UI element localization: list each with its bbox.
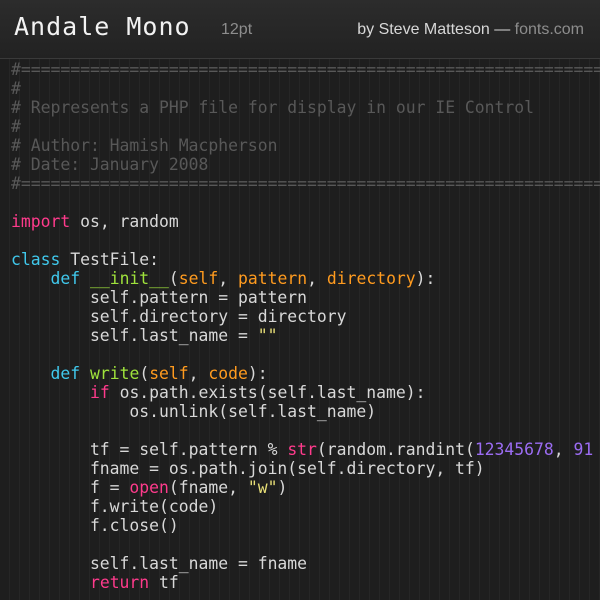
code-token: self.pattern = pattern [11,288,308,307]
font-name-title: Andale Mono [14,12,191,41]
byline-separator: — [494,21,511,38]
code-token: # [11,117,21,136]
code-token: ) [277,478,288,497]
code-line: #=======================================… [11,174,600,193]
code-token: if [89,383,110,402]
code-line: f.write(code) [11,497,600,516]
code-token: def [50,269,81,288]
code-lines: #=======================================… [11,60,600,600]
code-token: # [11,79,21,98]
font-size-label: 12pt [221,21,253,38]
code-token: self [178,269,219,288]
code-token: self [149,364,189,383]
code-token: directory [326,269,416,288]
code-token: import [11,212,71,231]
site-link[interactable]: fonts.com [515,21,584,38]
code-token: ): [415,269,436,288]
code-line: f = open(fname, "w") [11,478,600,497]
code-line: #=======================================… [11,60,600,79]
code-line: def __init__(self, pattern, directory): [11,269,600,288]
code-token: code [208,364,248,383]
code-token: 12345678 [474,440,554,459]
code-token: , [553,440,574,459]
code-token: def [50,364,81,383]
code-token: fname = os.path.join(self.directory, tf) [11,459,485,478]
code-line: f.close() [11,516,600,535]
code-token: ( [168,269,179,288]
code-token: os.unlink(self.last_name) [11,402,377,421]
code-token: , [307,269,327,288]
code-line: self.directory = directory [11,307,600,326]
byline: by Steve Matteson — fonts.com [357,21,584,39]
code-token: os.path.exists(self.last_name): [109,383,426,402]
code-line: self.last_name = "" [11,326,600,345]
code-token: open [129,478,169,497]
code-token: #=======================================… [11,174,600,193]
code-token: tf = self.pattern % [11,440,288,459]
code-token: 91 [573,440,594,459]
code-line: self.last_name = fname [11,554,600,573]
code-token: class [11,250,61,269]
code-line: if os.path.exists(self.last_name): [11,383,600,402]
code-token: f.close() [11,516,179,535]
code-token: self.last_name = [11,326,258,345]
code-line: # [11,117,600,136]
code-sample: #=======================================… [0,59,600,600]
code-line: class TestFile: [11,250,600,269]
code-token: return [89,573,150,592]
code-token: # Author: Hamish Macpherson [11,136,278,155]
code-token: , [188,364,209,383]
code-token: tf [149,573,179,592]
code-token: self.directory = directory [11,307,347,326]
header-bar: Andale Mono 12pt by Steve Matteson — fon… [0,0,600,59]
code-token: f.write(code) [11,497,219,516]
code-token: f = [11,478,130,497]
code-token: self.last_name = fname [11,554,308,573]
code-token: pattern [238,269,308,288]
code-line: # Author: Hamish Macpherson [11,136,600,155]
code-token: ( [139,364,150,383]
code-line: fname = os.path.join(self.directory, tf) [11,459,600,478]
code-line: tf = self.pattern % str(random.randint(1… [11,440,600,459]
code-line: # Date: January 2008 [11,155,600,174]
code-line: os.unlink(self.last_name) [11,402,600,421]
code-token: #=======================================… [11,60,600,79]
code-line: # [11,79,600,98]
code-line: self.pattern = pattern [11,288,600,307]
code-token: # Represents a PHP file for display in o… [11,98,535,117]
code-line: # Represents a PHP file for display in o… [11,98,600,117]
code-token: # Date: January 2008 [11,155,209,174]
code-line: return tf [11,573,600,592]
code-token: (random.randint( [316,440,475,459]
designer-credit: by Steve Matteson [357,21,490,38]
code-token: ): [247,364,268,383]
code-token: , [218,269,239,288]
code-token: "w" [247,478,278,497]
code-token: "" [257,326,278,345]
code-line: def write(self, code): [11,364,600,383]
code-token: os, random [70,212,179,231]
code-token: __init__ [89,269,169,288]
code-token: TestFile: [60,250,160,269]
code-token: str [287,440,317,459]
code-line: import os, random [11,212,600,231]
code-token: write [89,364,140,383]
code-token: (fname, [168,478,248,497]
